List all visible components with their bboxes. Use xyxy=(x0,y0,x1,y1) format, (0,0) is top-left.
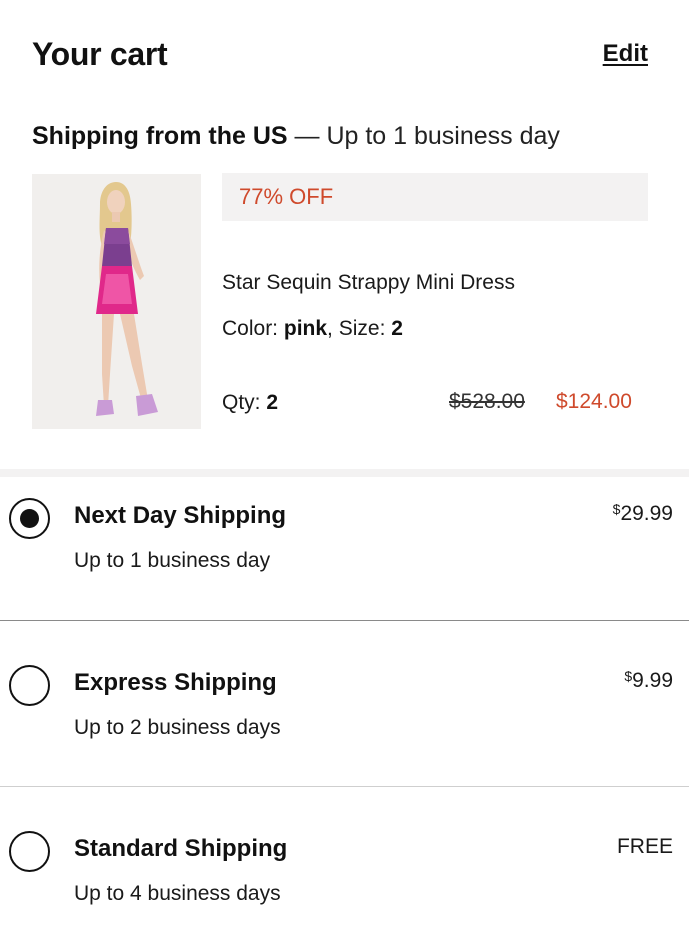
shipping-eta: Up to 1 business day xyxy=(326,122,560,150)
price-amount: 29.99 xyxy=(620,502,673,525)
color-value: pink xyxy=(283,317,328,340)
quantity: Qty: 2 xyxy=(222,391,278,415)
shipping-origin: Shipping from the US xyxy=(32,122,288,150)
shipping-option-eta: Up to 4 business days xyxy=(74,882,281,905)
page-title: Your cart xyxy=(32,36,168,72)
discount-badge-label: 77% OFF xyxy=(239,184,334,209)
radio-unselected-icon[interactable] xyxy=(9,665,50,706)
product-attributes: Color: pink, Size: 2 xyxy=(222,317,403,341)
discount-badge: 77% OFF xyxy=(222,173,648,221)
option-divider xyxy=(0,620,689,621)
shipping-option-price: $29.99 xyxy=(612,501,673,526)
product-name[interactable]: Star Sequin Strappy Mini Dress xyxy=(222,271,515,295)
shipping-option-express[interactable]: Express Shipping Up to 2 business days $… xyxy=(0,645,689,785)
color-label: Color: xyxy=(222,317,279,340)
shipping-option-next-day[interactable]: Next Day Shipping Up to 1 business day $… xyxy=(0,478,689,618)
shipping-origin-line: Shipping from the US — Up to 1 business … xyxy=(32,122,560,151)
shipping-option-price: FREE xyxy=(617,835,673,859)
option-divider xyxy=(0,786,689,787)
shipping-option-name: Next Day Shipping xyxy=(74,502,287,529)
edit-link[interactable]: Edit xyxy=(603,40,648,68)
radio-selected-icon[interactable] xyxy=(9,498,50,539)
section-divider xyxy=(0,469,689,477)
shipping-separator: — xyxy=(294,122,320,150)
size-label: Size: xyxy=(338,317,386,340)
shipping-option-name: Standard Shipping xyxy=(74,835,288,862)
qty-value: 2 xyxy=(266,391,279,414)
model-illustration xyxy=(32,174,201,429)
price-currency: $ xyxy=(612,501,621,517)
cart-header: Your cart Edit xyxy=(32,36,648,76)
shipping-option-eta: Up to 2 business days xyxy=(74,716,281,739)
shipping-option-standard[interactable]: Standard Shipping Up to 4 business days … xyxy=(0,811,689,951)
price-amount: FREE xyxy=(616,835,673,858)
shipping-option-price: $9.99 xyxy=(624,668,673,693)
attr-comma: , xyxy=(327,317,333,340)
price-amount: 9.99 xyxy=(632,669,673,692)
shipping-option-name: Express Shipping xyxy=(74,669,277,696)
sale-price: $124.00 xyxy=(556,390,632,413)
radio-dot xyxy=(20,509,39,528)
original-price: $528.00 xyxy=(449,390,525,413)
radio-unselected-icon[interactable] xyxy=(9,831,50,872)
shipping-option-eta: Up to 1 business day xyxy=(74,549,271,572)
size-value: 2 xyxy=(391,317,403,340)
qty-label: Qty: xyxy=(222,391,261,414)
price-currency: $ xyxy=(624,668,633,684)
product-image[interactable] xyxy=(32,174,201,429)
